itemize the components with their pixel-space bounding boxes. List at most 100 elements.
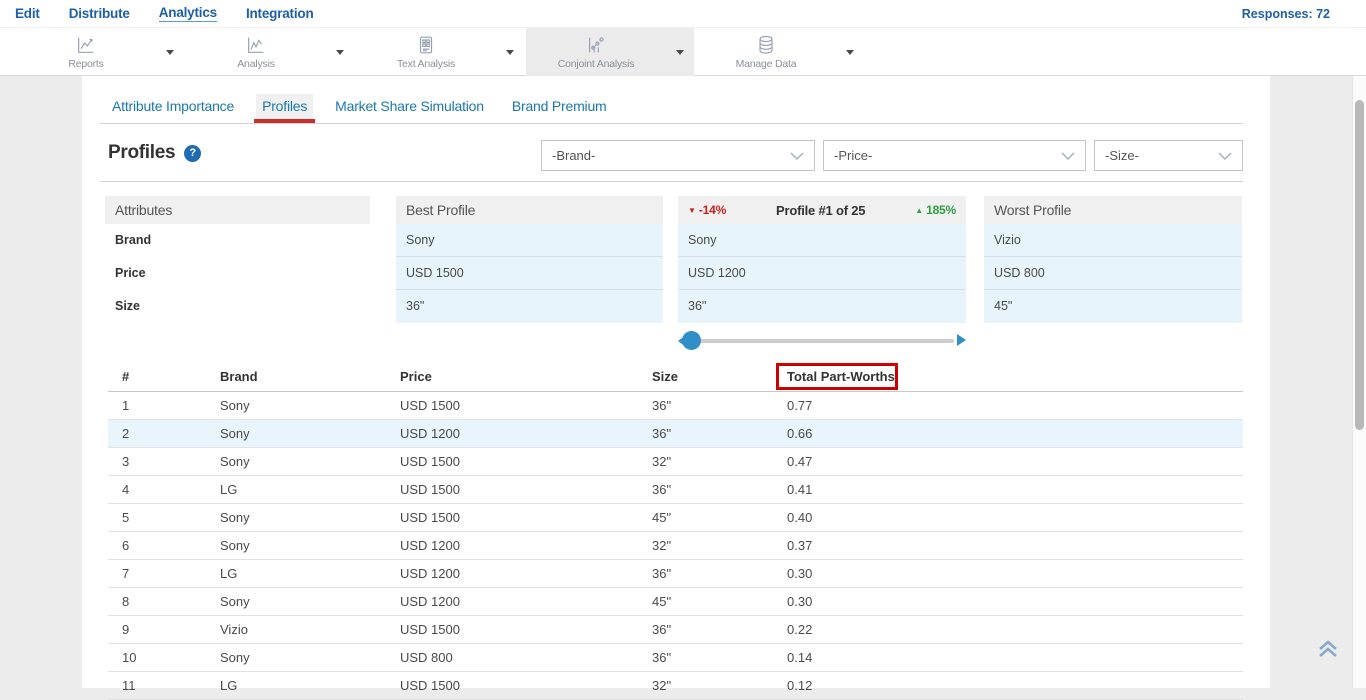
header-size: Size: [652, 369, 787, 384]
decrease-badge: ▼ -14%: [688, 203, 726, 217]
table-row[interactable]: 3SonyUSD 150032"0.47: [108, 448, 1243, 476]
slider-next-arrow-icon[interactable]: [957, 334, 966, 346]
table-row[interactable]: 5SonyUSD 150045"0.40: [108, 504, 1243, 532]
toolbar-button-analysis[interactable]: Analysis: [186, 28, 354, 76]
profiles-table-header: # Brand Price Size Total Part-Worths: [108, 362, 1243, 392]
table-row[interactable]: 1SonyUSD 150036"0.77: [108, 392, 1243, 420]
table-cell: 0.30: [787, 594, 1243, 609]
help-icon[interactable]: ?: [184, 145, 201, 162]
nav-item-analytics[interactable]: Analytics: [159, 5, 217, 22]
profile-slider: [678, 330, 966, 352]
table-cell: USD 1200: [400, 566, 652, 581]
attribute-label-brand: Brand: [105, 224, 370, 257]
brand-filter-select[interactable]: -Brand-: [541, 140, 815, 171]
worst-profile-size: 45": [984, 290, 1242, 323]
table-cell: USD 1500: [400, 482, 652, 497]
caret-down-icon[interactable]: [506, 50, 514, 55]
best-profile-size: 36": [396, 290, 663, 323]
nav-item-distribute[interactable]: Distribute: [69, 6, 130, 21]
table-row[interactable]: 8SonyUSD 120045"0.30: [108, 588, 1243, 616]
caret-down-icon[interactable]: [336, 50, 344, 55]
table-cell: USD 1500: [400, 622, 652, 637]
caret-down-icon[interactable]: [846, 50, 854, 55]
tab-market-share-simulation[interactable]: Market Share Simulation: [329, 94, 490, 121]
toolbar-button-manage-data[interactable]: Manage Data: [696, 28, 864, 76]
table-row[interactable]: 4LGUSD 150036"0.41: [108, 476, 1243, 504]
worst-profile-price: USD 800: [984, 257, 1242, 290]
divider: [100, 181, 1243, 182]
table-cell: USD 800: [400, 650, 652, 665]
current-profile-column: ▼ -14% Profile #1 of 25 ▲ 185% Sony USD …: [678, 196, 966, 323]
toolbar-button-text-analysis[interactable]: Text Analysis: [356, 28, 524, 76]
caret-down-icon[interactable]: [166, 50, 174, 55]
table-cell: 7: [122, 566, 220, 581]
annotation-highlight-box: [776, 363, 898, 390]
current-profile-brand: Sony: [678, 224, 966, 257]
database-icon: [754, 34, 778, 56]
vertical-scrollbar-thumb[interactable]: [1355, 100, 1364, 430]
current-profile-header: ▼ -14% Profile #1 of 25 ▲ 185%: [678, 196, 966, 224]
size-filter-value: -Size-: [1105, 148, 1218, 163]
table-cell: 10: [122, 650, 220, 665]
chevron-down-icon: [1061, 152, 1075, 160]
table-cell: USD 1200: [400, 538, 652, 553]
profiles-table: # Brand Price Size Total Part-Worths 1So…: [108, 362, 1243, 700]
table-cell: 0.47: [787, 454, 1243, 469]
analytics-toolbar: Reports Analysis Text Analysis: [0, 28, 1366, 76]
table-cell: Sony: [220, 650, 400, 665]
toolbar-button-label: Text Analysis: [397, 58, 455, 70]
profiles-table-body: 1SonyUSD 150036"0.772SonyUSD 120036"0.66…: [108, 392, 1243, 700]
profile-slider-track[interactable]: [692, 339, 954, 343]
table-row[interactable]: 10SonyUSD 80036"0.14: [108, 644, 1243, 672]
vertical-scrollbar-track[interactable]: [1352, 76, 1366, 688]
table-cell: 36": [652, 566, 787, 581]
caret-down-icon[interactable]: [676, 50, 684, 55]
reports-chart-icon: [74, 34, 98, 56]
table-cell: 36": [652, 650, 787, 665]
header-price: Price: [400, 369, 652, 384]
table-cell: 3: [122, 454, 220, 469]
table-row[interactable]: 6SonyUSD 120032"0.37: [108, 532, 1243, 560]
best-profile-brand: Sony: [396, 224, 663, 257]
current-profile-size: 36": [678, 290, 966, 323]
text-analysis-icon: [414, 34, 438, 56]
toolbar-button-label: Conjoint Analysis: [558, 58, 635, 70]
profile-slider-handle[interactable]: [682, 331, 701, 350]
table-cell: 1: [122, 398, 220, 413]
table-cell: 2: [122, 426, 220, 441]
size-filter-select[interactable]: -Size-: [1094, 140, 1243, 171]
table-cell: USD 1200: [400, 594, 652, 609]
nav-item-integration[interactable]: Integration: [246, 6, 314, 21]
divider: [100, 123, 1243, 124]
tab-profiles-label: Profiles: [262, 98, 307, 114]
table-cell: 0.12: [787, 678, 1243, 693]
triangle-up-icon: ▲: [915, 206, 923, 215]
table-cell: 45": [652, 510, 787, 525]
toolbar-button-label: Manage Data: [736, 58, 797, 70]
toolbar-button-conjoint-analysis[interactable]: Conjoint Analysis: [526, 28, 694, 76]
table-cell: Vizio: [220, 622, 400, 637]
price-filter-select[interactable]: -Price-: [823, 140, 1086, 171]
table-cell: USD 1500: [400, 678, 652, 693]
table-cell: USD 1500: [400, 454, 652, 469]
nav-item-edit[interactable]: Edit: [15, 6, 40, 21]
tab-profiles[interactable]: Profiles: [256, 94, 313, 121]
table-row[interactable]: 9VizioUSD 150036"0.22: [108, 616, 1243, 644]
table-cell: 0.14: [787, 650, 1243, 665]
table-row[interactable]: 11LGUSD 150032"0.12: [108, 672, 1243, 700]
table-cell: Sony: [220, 454, 400, 469]
responses-count: Responses: 72: [1242, 7, 1330, 21]
table-cell: Sony: [220, 538, 400, 553]
table-cell: 11: [122, 678, 220, 693]
table-row[interactable]: 7LGUSD 120036"0.30: [108, 560, 1243, 588]
conjoint-profiles-panel: Attribute Importance Profiles Market Sha…: [82, 76, 1270, 688]
table-cell: LG: [220, 566, 400, 581]
toolbar-button-reports[interactable]: Reports: [16, 28, 184, 76]
tab-brand-premium[interactable]: Brand Premium: [506, 94, 613, 121]
analysis-chart-icon: [244, 34, 268, 56]
table-cell: 36": [652, 398, 787, 413]
scroll-to-top-button[interactable]: [1316, 638, 1340, 660]
table-cell: 32": [652, 454, 787, 469]
tab-attribute-importance[interactable]: Attribute Importance: [106, 94, 240, 121]
table-row[interactable]: 2SonyUSD 120036"0.66: [108, 420, 1243, 448]
